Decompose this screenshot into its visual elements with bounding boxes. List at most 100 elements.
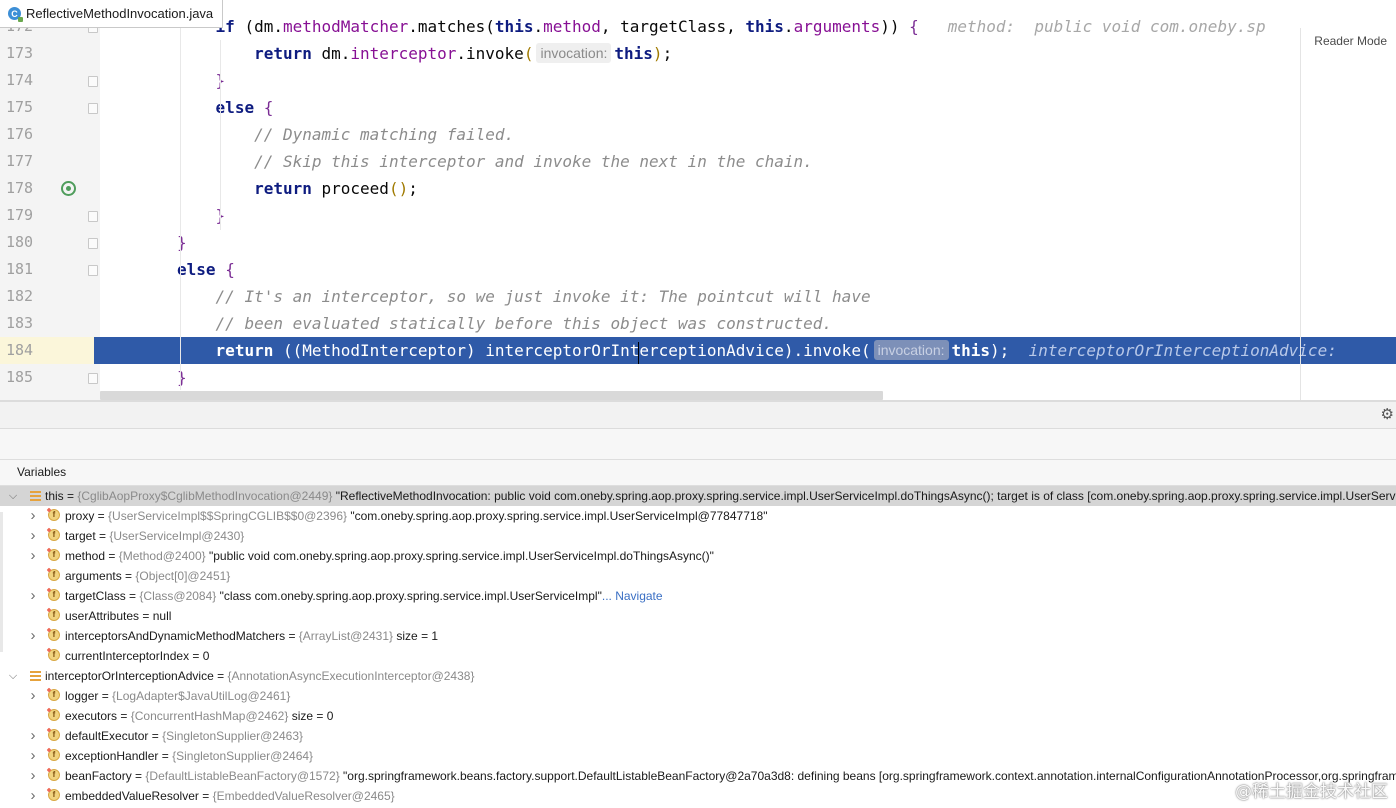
- line-number: 174: [6, 71, 34, 89]
- code-line-174[interactable]: }: [100, 67, 1396, 94]
- gutter-line-175[interactable]: 175: [0, 94, 100, 121]
- chevron-down-icon[interactable]: ⌵: [7, 666, 19, 686]
- gutter-line-183[interactable]: 183: [0, 310, 100, 337]
- code-line-181[interactable]: else {: [100, 256, 1396, 283]
- local-variable-icon: [30, 491, 41, 501]
- variable-value: 0: [202, 649, 210, 663]
- gutter-line-180[interactable]: 180: [0, 229, 100, 256]
- field-icon: f: [48, 789, 60, 801]
- variable-value: "com.oneby.spring.aop.proxy.spring.servi…: [350, 509, 768, 523]
- variable-text: arguments = {Object[0]@2451}: [65, 569, 231, 583]
- debug-panel-header: [0, 429, 1396, 459]
- horizontal-scrollbar[interactable]: [100, 391, 883, 400]
- code-line-177[interactable]: // Skip this interceptor and invoke the …: [100, 148, 1396, 175]
- variable-text: proxy = {UserServiceImpl$$SpringCGLIB$$0…: [65, 509, 768, 523]
- fold-marker-icon[interactable]: [88, 76, 98, 87]
- gutter-line-185[interactable]: 185: [0, 364, 100, 391]
- gutter-line-173[interactable]: 173: [0, 40, 100, 67]
- code-line-173[interactable]: return dm.interceptor.invoke(invocation:…: [100, 40, 1396, 67]
- variable-row-arguments[interactable]: f arguments = {Object[0]@2451}: [0, 566, 1396, 586]
- reader-mode-button[interactable]: Reader Mode: [1311, 34, 1390, 48]
- chevron-right-icon[interactable]: ›: [27, 526, 39, 546]
- gutter-line-174[interactable]: 174: [0, 67, 100, 94]
- variable-type: {Object[0]@2451}: [135, 569, 231, 583]
- fold-marker-icon[interactable]: [88, 265, 98, 276]
- chevron-right-icon[interactable]: ›: [27, 686, 39, 706]
- line-number: 176: [6, 125, 34, 143]
- variable-text: logger = {LogAdapter$JavaUtilLog@2461}: [65, 689, 291, 703]
- chevron-right-icon[interactable]: ›: [27, 726, 39, 746]
- variable-row-target[interactable]: › f target = {UserServiceImpl@2430}: [0, 526, 1396, 546]
- chevron-right-icon[interactable]: ›: [27, 786, 39, 806]
- variable-name: targetClass: [65, 589, 126, 603]
- gutter-line-178[interactable]: 178: [0, 175, 100, 202]
- gutter-line-181[interactable]: 181: [0, 256, 100, 283]
- variable-row-currentinterceptorindex[interactable]: f currentInterceptorIndex = 0: [0, 646, 1396, 666]
- chevron-down-icon[interactable]: ⌵: [7, 486, 19, 506]
- variable-row-embeddedvalueresolver[interactable]: › f embeddedValueResolver = {EmbeddedValue…: [0, 786, 1396, 806]
- field-icon: f: [48, 629, 60, 641]
- code-line-184-current[interactable]: return ((MethodInterceptor) interceptorO…: [94, 337, 1396, 364]
- fold-marker-icon[interactable]: [88, 373, 98, 384]
- code-line-179[interactable]: }: [100, 202, 1396, 229]
- line-gutter: 1721731741751761771781791801811821831841…: [0, 0, 100, 402]
- chevron-right-icon[interactable]: ›: [27, 626, 39, 646]
- variable-row-defaultexecutor[interactable]: › f defaultExecutor = {SingletonSupplier@2…: [0, 726, 1396, 746]
- gutter-line-182[interactable]: 182: [0, 283, 100, 310]
- field-icon: f: [48, 729, 60, 741]
- variable-row-proxy[interactable]: › f proxy = {UserServiceImpl$$SpringCGLIB$…: [0, 506, 1396, 526]
- field-icon: f: [48, 749, 60, 761]
- code-line-176[interactable]: // Dynamic matching failed.: [100, 121, 1396, 148]
- variable-name: executors: [65, 709, 118, 723]
- variable-name: exceptionHandler: [65, 749, 159, 763]
- code-area[interactable]: if (dm.methodMatcher.matches(this.method…: [94, 0, 1396, 402]
- editor-tab-bar: C ReflectiveMethodInvocation.java: [0, 0, 1396, 28]
- code-line-185[interactable]: }: [100, 364, 1396, 391]
- variable-row-this[interactable]: ⌵ this = {CglibAopProxy$CglibMethodInvoca…: [0, 486, 1396, 506]
- gutter-line-179[interactable]: 179: [0, 202, 100, 229]
- variable-text: beanFactory = {DefaultListableBeanFactor…: [65, 766, 1396, 786]
- variable-row-interceptorsanddynamicmethodmatchers[interactable]: › f interceptorsAndDynamicMethodMatchers =…: [0, 626, 1396, 646]
- variable-row-logger[interactable]: › f logger = {LogAdapter$JavaUtilLog@2461}: [0, 686, 1396, 706]
- variable-name: userAttributes: [65, 609, 140, 623]
- code-line-178[interactable]: return proceed();: [100, 175, 1396, 202]
- chevron-right-icon[interactable]: ›: [27, 586, 39, 606]
- local-variable-icon: [30, 671, 41, 681]
- tab-title: ReflectiveMethodInvocation.java: [26, 6, 214, 21]
- chevron-right-icon[interactable]: ›: [27, 506, 39, 526]
- variable-value: "ReflectiveMethodInvocation: public void…: [335, 489, 1396, 503]
- code-line-175[interactable]: else {: [100, 94, 1396, 121]
- variable-type: {Class@2084}: [139, 589, 217, 603]
- variable-row-executors[interactable]: f executors = {ConcurrentHashMap@2462} si…: [0, 706, 1396, 726]
- variable-row-method[interactable]: › f method = {Method@2400} "public void co…: [0, 546, 1396, 566]
- variable-type: {Method@2400}: [118, 549, 206, 563]
- variable-type: {LogAdapter$JavaUtilLog@2461}: [112, 689, 291, 703]
- variables-tree[interactable]: ⌵ this = {CglibAopProxy$CglibMethodInvoca…: [0, 486, 1396, 808]
- fold-marker-icon[interactable]: [88, 238, 98, 249]
- code-line-183[interactable]: // been evaluated statically before this…: [100, 310, 1396, 337]
- gutter-line-177[interactable]: 177: [0, 148, 100, 175]
- variable-text: interceptorsAndDynamicMethodMatchers = {…: [65, 629, 439, 643]
- navigate-link[interactable]: ... Navigate: [602, 589, 663, 603]
- chevron-right-icon[interactable]: ›: [27, 746, 39, 766]
- gear-icon[interactable]: ⚙: [1381, 405, 1394, 423]
- variable-text: interceptorOrInterceptionAdvice = {Annot…: [45, 669, 475, 683]
- fold-marker-icon[interactable]: [88, 211, 98, 222]
- variable-row-beanfactory[interactable]: › f beanFactory = {DefaultListableBeanFact…: [0, 766, 1396, 786]
- code-line-180[interactable]: }: [100, 229, 1396, 256]
- chevron-right-icon[interactable]: ›: [27, 546, 39, 566]
- code-editor[interactable]: 1721731741751761771781791801811821831841…: [0, 0, 1396, 402]
- code-line-182[interactable]: // It's an interceptor, so we just invok…: [100, 283, 1396, 310]
- gutter-line-184[interactable]: 184: [0, 337, 100, 364]
- field-icon: f: [48, 589, 60, 601]
- variable-row-interceptororinterceptionadvice[interactable]: ⌵ interceptorOrInterceptionAdvice = {Anno…: [0, 666, 1396, 686]
- breakpoint-icon[interactable]: [61, 181, 76, 196]
- variable-row-userattributes[interactable]: f userAttributes = null: [0, 606, 1396, 626]
- gutter-line-176[interactable]: 176: [0, 121, 100, 148]
- variable-row-exceptionhandler[interactable]: › f exceptionHandler = {SingletonSupplier@…: [0, 746, 1396, 766]
- fold-marker-icon[interactable]: [88, 103, 98, 114]
- variable-row-targetclass[interactable]: › f targetClass = {Class@2084} "class com.…: [0, 586, 1396, 606]
- chevron-right-icon[interactable]: ›: [27, 766, 39, 786]
- variable-value: size = 0: [291, 709, 334, 723]
- editor-tab-reflectivemethodinvocation[interactable]: C ReflectiveMethodInvocation.java: [0, 0, 224, 28]
